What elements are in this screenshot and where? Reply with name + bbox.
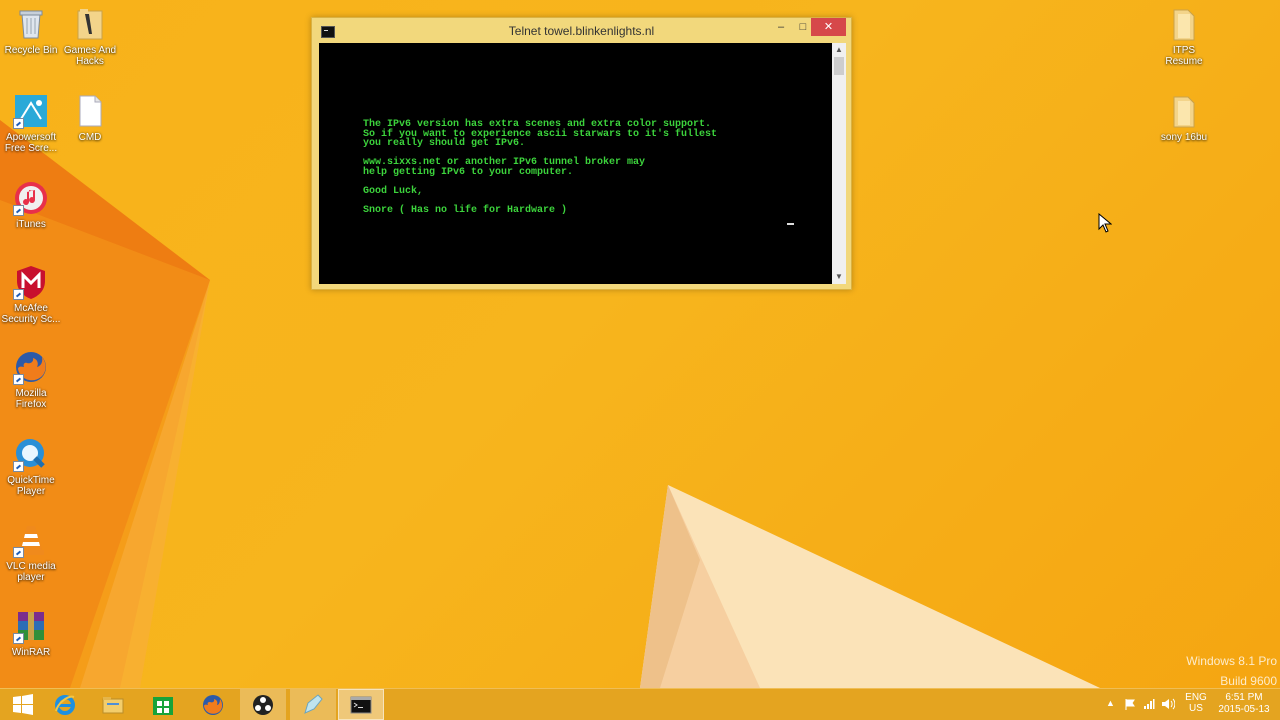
mcafee-icon	[13, 264, 49, 300]
desktop-icon-sony[interactable]: sony 16bu	[1153, 93, 1215, 143]
scroll-down-icon[interactable]: ▼	[832, 270, 846, 284]
scrollbar-thumb[interactable]	[834, 57, 844, 75]
watermark-edition: Windows 8.1 Pro	[1186, 654, 1277, 668]
taskbar-store[interactable]	[140, 689, 186, 720]
windows-logo-icon	[13, 693, 33, 715]
desktop-icon-games-and-hacks[interactable]: Games And Hacks	[59, 6, 121, 67]
shortcut-arrow-icon	[13, 289, 24, 300]
windows-watermark: Windows 8.1 Pro Build 9600	[1186, 651, 1277, 691]
desktop-icon-label: iTunes	[16, 219, 46, 230]
start-button[interactable]	[0, 689, 46, 720]
taskbar-command-prompt[interactable]	[338, 689, 384, 720]
shortcut-arrow-icon	[13, 547, 24, 558]
taskbar-internet-explorer[interactable]	[42, 689, 88, 720]
desktop-icon-label: Mozilla Firefox	[15, 388, 47, 410]
desktop-icon-label: WinRAR	[11, 647, 51, 658]
desktop-icon-cmd-file[interactable]: CMD	[59, 93, 121, 143]
folder-icon	[102, 696, 124, 713]
winrar-icon	[13, 608, 49, 644]
desktop-icon-label: Apowersoft Free Scre...	[4, 132, 58, 154]
folder-icon	[72, 6, 108, 42]
desktop-icon-mcafee[interactable]: McAfee Security Sc...	[0, 264, 62, 325]
show-hidden-icons-icon[interactable]: ▲	[1106, 698, 1115, 708]
console-area[interactable]: The IPv6 version has extra scenes and ex…	[319, 43, 832, 284]
action-center-flag-icon[interactable]	[1124, 698, 1136, 710]
pencil-icon	[304, 693, 323, 714]
desktop-icon-recycle-bin[interactable]: Recycle Bin	[0, 6, 62, 56]
network-signal-icon[interactable]	[1143, 698, 1155, 710]
desktop-icon-label: Games And Hacks	[63, 45, 117, 67]
taskbar-file-explorer[interactable]	[90, 689, 136, 720]
folder-icon	[1166, 6, 1202, 42]
shortcut-arrow-icon	[13, 205, 24, 216]
file-icon	[72, 93, 108, 129]
shortcut-arrow-icon	[13, 461, 24, 472]
desktop-icon-label: Recycle Bin	[4, 45, 58, 56]
desktop-icon-label: QuickTime Player	[7, 475, 55, 497]
desktop-icon-itunes[interactable]: iTunes	[0, 180, 62, 230]
store-icon	[153, 696, 173, 715]
firefox-icon	[13, 349, 49, 385]
desktop-icon-label: CMD	[78, 132, 102, 143]
quicktime-icon	[13, 436, 49, 472]
desktop-icon-label: McAfee Security Sc...	[1, 303, 61, 325]
desktop-icon-label: sony 16bu	[1160, 132, 1208, 143]
shortcut-arrow-icon	[13, 374, 24, 385]
apowersoft-icon	[13, 93, 49, 129]
taskbar: ▲ ENG US 6:51 PM 2015-05-13	[0, 688, 1280, 720]
desktop-icon-label: VLC media player	[6, 561, 56, 583]
ie-icon	[55, 694, 75, 715]
keyboard-layout: US	[1189, 703, 1203, 714]
vertical-scrollbar[interactable]: ▲ ▼	[832, 43, 846, 284]
clock[interactable]: 6:51 PM 2015-05-13	[1214, 692, 1274, 716]
volume-icon[interactable]	[1161, 697, 1175, 711]
desktop-icon-label: ITPS Resume	[1165, 45, 1203, 67]
desktop-icon-itps-resume[interactable]: ITPS Resume	[1153, 6, 1215, 67]
cmd-icon	[350, 696, 372, 713]
taskbar-pencil-app[interactable]	[290, 689, 336, 720]
folder-icon	[1166, 93, 1202, 129]
itunes-icon	[13, 180, 49, 216]
vlc-icon	[13, 522, 49, 558]
recycle-bin-icon	[13, 6, 49, 42]
clock-date: 2015-05-13	[1218, 704, 1270, 715]
taskbar-firefox[interactable]	[190, 689, 236, 720]
desktop-icon-vlc[interactable]: VLC media player	[0, 522, 62, 583]
taskbar-obs[interactable]	[240, 689, 286, 720]
minimize-button[interactable]: –	[770, 18, 792, 36]
language-code: ENG	[1185, 692, 1207, 703]
window-titlebar[interactable]: Telnet towel.blinkenlights.nl – □ ✕	[312, 18, 851, 44]
input-language-indicator[interactable]: ENG US	[1185, 692, 1207, 714]
obs-icon	[253, 694, 273, 715]
shortcut-arrow-icon	[13, 633, 24, 644]
scroll-up-icon[interactable]: ▲	[832, 43, 846, 57]
desktop-icon-winrar[interactable]: WinRAR	[0, 608, 62, 658]
shortcut-arrow-icon	[13, 118, 24, 129]
desktop-icon-firefox[interactable]: Mozilla Firefox	[0, 349, 62, 410]
desktop-icon-apowersoft[interactable]: Apowersoft Free Scre...	[0, 93, 62, 154]
mouse-pointer-icon	[1098, 213, 1112, 233]
telnet-window[interactable]: Telnet towel.blinkenlights.nl – □ ✕ The …	[311, 17, 852, 290]
text-cursor	[787, 223, 794, 225]
desktop-icon-quicktime[interactable]: QuickTime Player	[0, 436, 62, 497]
firefox-icon	[203, 694, 223, 715]
console-text: The IPv6 version has extra scenes and ex…	[363, 119, 718, 217]
clock-time: 6:51 PM	[1225, 692, 1263, 703]
close-button[interactable]: ✕	[811, 18, 846, 36]
